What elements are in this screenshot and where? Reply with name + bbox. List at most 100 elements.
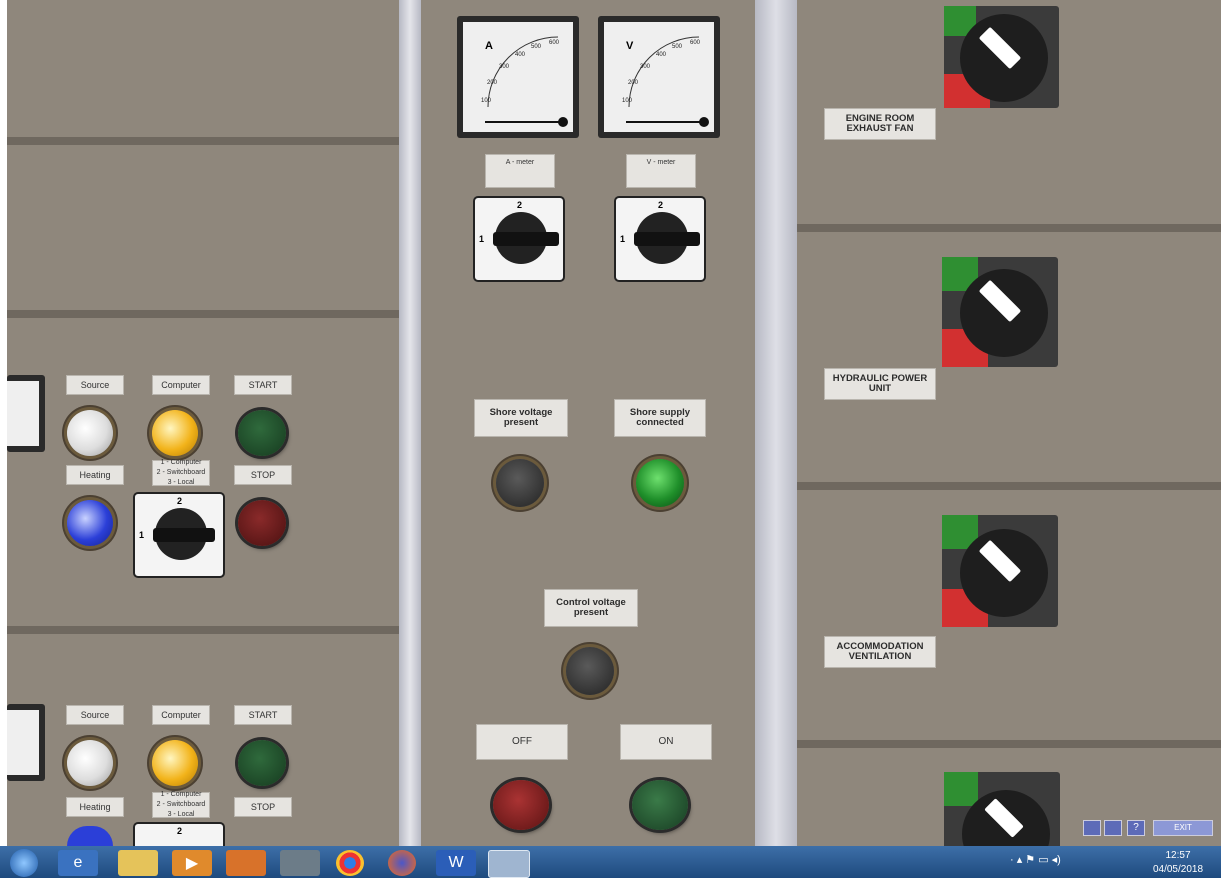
v-tick-3: 300 [640, 64, 651, 70]
unit-4-switch[interactable] [944, 772, 1060, 878]
mode-selector-switch-2[interactable]: 2 [133, 822, 225, 846]
green-zone [944, 772, 978, 806]
exit-button[interactable]: EXIT [1153, 820, 1213, 836]
ammeter-scale: 100 200 300 400 500 600 [481, 36, 568, 127]
a-tick-5: 500 [531, 44, 542, 50]
engine-room-fan-label: ENGINE ROOM EXHAUST FAN [824, 108, 936, 140]
v-tick-2: 200 [628, 80, 639, 86]
stop-button-1[interactable] [238, 500, 286, 546]
engine-room-fan-switch[interactable] [944, 6, 1059, 108]
a-tick-2: 200 [487, 80, 498, 86]
source-lamp-white [67, 410, 113, 456]
stop-label-2: STOP [234, 797, 292, 817]
voltmeter-scale: 100 200 300 400 500 600 [622, 36, 709, 127]
source-lamp-white-2 [67, 740, 113, 786]
firefox-icon[interactable] [388, 850, 416, 876]
control-voltage-lamp [566, 647, 614, 695]
voltmeter: 100 200 300 400 500 600 V [598, 16, 720, 138]
start-button-2[interactable] [238, 740, 286, 786]
computer-lamp-yellow [152, 410, 198, 456]
partial-meter-2 [7, 704, 45, 781]
mode-selector-label: 1 - Computer 2 - Switchboard 3 - Local [152, 459, 210, 486]
ammeter-unit: A [485, 40, 493, 52]
computer-lamp-yellow-2 [152, 740, 198, 786]
selector-pos-2-row2: 2 [177, 826, 183, 836]
shore-supply-label: Shore supply connected [614, 399, 706, 437]
heating-lamp-blue [67, 500, 113, 546]
left-divider-2 [7, 310, 399, 318]
right-divider-3 [797, 740, 1221, 748]
separator-right [755, 0, 797, 846]
on-label: ON [620, 724, 712, 760]
left-divider-3 [7, 626, 399, 634]
v-tick-4: 400 [656, 52, 667, 58]
heating-label-2: Heating [66, 797, 124, 817]
media-player-icon[interactable]: ▶ [172, 850, 212, 876]
clock-time: 12:57 [1165, 850, 1191, 861]
v-sel-handle [634, 232, 700, 246]
partial-meter-1 [7, 375, 45, 452]
ie-icon[interactable]: e [58, 850, 98, 876]
a-tick-3: 300 [499, 64, 510, 70]
window-edge [0, 0, 7, 846]
clock-date: 04/05/2018 [1152, 864, 1204, 875]
a-sel-handle [493, 232, 559, 246]
on-button[interactable] [632, 780, 688, 830]
off-button[interactable] [493, 780, 549, 830]
control-voltage-label: Control voltage present [544, 589, 638, 627]
stop-label: STOP [234, 465, 292, 485]
a-meter-selector[interactable]: 2 1 [473, 196, 565, 282]
v-sel-pos-1: 1 [620, 234, 626, 244]
start-button-1[interactable] [238, 410, 286, 456]
off-label: OFF [476, 724, 568, 760]
voltmeter-unit: V [626, 40, 634, 52]
left-divider-1 [7, 137, 399, 145]
word-icon[interactable]: W [436, 850, 476, 876]
a-meter-label: A - meter [485, 154, 555, 188]
selector-handle [153, 528, 215, 542]
tray-icons: · ▴ ⚑ ▭ ◂) [1010, 854, 1061, 866]
chrome-icon[interactable] [336, 850, 364, 876]
right-divider-1 [797, 224, 1221, 232]
selector-pos-2: 2 [177, 496, 183, 506]
hydraulic-unit-switch[interactable] [942, 257, 1058, 367]
app-icon[interactable] [488, 850, 530, 878]
mode-selector-label-2: 1 - Computer 2 - Switchboard 3 - Local [152, 791, 210, 818]
v-meter-selector[interactable]: 2 1 [614, 196, 706, 282]
mode-selector-switch-1[interactable]: 2 1 [133, 492, 225, 578]
computer-label-2: Computer [152, 705, 210, 725]
start-label: START [234, 375, 292, 395]
a-sel-pos-1: 1 [479, 234, 485, 244]
heating-label: Heating [66, 465, 124, 485]
a-tick-4: 400 [515, 52, 526, 58]
v-tick-6: 600 [690, 40, 701, 46]
start-icon[interactable] [10, 849, 38, 877]
accommodation-vent-label: ACCOMMODATION VENTILATION [824, 636, 936, 668]
help-button[interactable]: ? [1127, 820, 1145, 836]
shore-voltage-lamp [496, 459, 544, 507]
shore-supply-lamp [636, 459, 684, 507]
selector-pos-1: 1 [139, 530, 145, 540]
accommodation-vent-switch[interactable] [942, 515, 1058, 627]
v-meter-label: V - meter [626, 154, 696, 188]
v-tick-5: 500 [672, 44, 683, 50]
explorer-icon[interactable] [118, 850, 158, 876]
shore-voltage-label: Shore voltage present [474, 399, 568, 437]
hydraulic-unit-label: HYDRAULIC POWER UNIT [824, 368, 936, 400]
a-tick-1: 100 [481, 98, 492, 104]
paint-icon[interactable] [226, 850, 266, 876]
separator-left [399, 0, 421, 846]
a-tick-6: 600 [549, 40, 560, 46]
source-label-2: Source [66, 705, 124, 725]
calculator-icon[interactable] [280, 850, 320, 876]
nav-button-2[interactable] [1104, 820, 1122, 836]
right-divider-2 [797, 482, 1221, 490]
a-sel-pos-2: 2 [517, 200, 523, 210]
v-sel-pos-2: 2 [658, 200, 664, 210]
computer-label: Computer [152, 375, 210, 395]
ammeter: 100 200 300 400 500 600 A [457, 16, 579, 138]
nav-button-1[interactable] [1083, 820, 1101, 836]
start-label-2: START [234, 705, 292, 725]
source-label: Source [66, 375, 124, 395]
v-tick-1: 100 [622, 98, 633, 104]
